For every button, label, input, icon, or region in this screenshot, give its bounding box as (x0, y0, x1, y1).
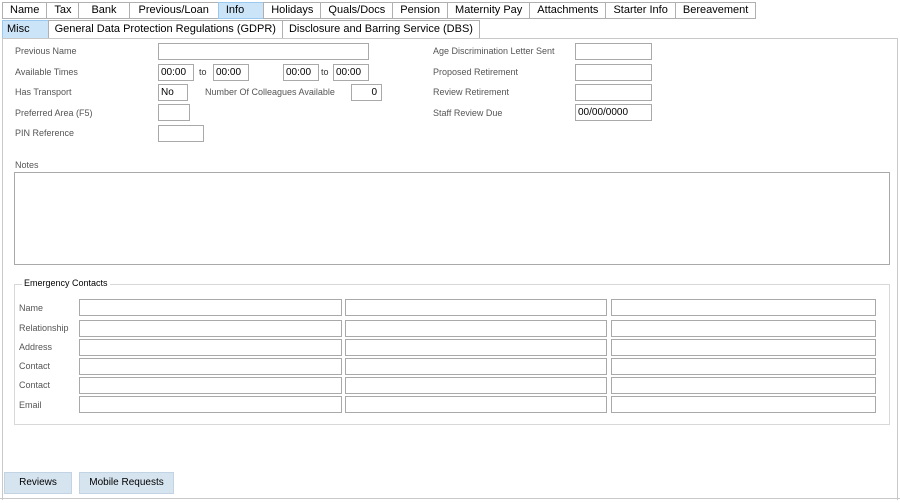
available-from-2-input[interactable]: 00:00 (283, 64, 319, 81)
available-times-label: Available Times (15, 67, 78, 77)
review-retirement-input[interactable] (575, 84, 652, 101)
tab-attachments[interactable]: Attachments (529, 2, 606, 19)
previous-name-label: Previous Name (15, 46, 77, 56)
emergency-contact-b-2[interactable] (345, 377, 607, 394)
emergency-contact-a-2[interactable] (345, 358, 607, 375)
to-label-2: to (321, 67, 329, 77)
emergency-address-1[interactable] (79, 339, 342, 356)
previous-name-input[interactable] (158, 43, 369, 60)
mobile-requests-button[interactable]: Mobile Requests (79, 472, 174, 494)
emergency-contact-a-1[interactable] (79, 358, 342, 375)
pin-reference-label: PIN Reference (15, 128, 75, 138)
tab-starter-info[interactable]: Starter Info (605, 2, 675, 19)
tab-maternity-pay[interactable]: Maternity Pay (447, 2, 530, 19)
staff-review-due-input[interactable]: 00/00/0000 (575, 104, 652, 121)
has-transport-input[interactable]: No (158, 84, 188, 101)
emergency-relationship-1[interactable] (79, 320, 342, 337)
to-label-1: to (199, 67, 207, 77)
proposed-retirement-input[interactable] (575, 64, 652, 81)
emergency-email-1[interactable] (79, 396, 342, 413)
available-from-1-input[interactable]: 00:00 (158, 64, 194, 81)
emergency-name-3[interactable] (611, 299, 876, 316)
sub-tab-bar: Misc General Data Protection Regulations… (2, 20, 480, 39)
emergency-row-label-email: Email (19, 400, 42, 410)
emergency-row-label-contact-2: Contact (19, 380, 51, 390)
available-to-1-input[interactable]: 00:00 (213, 64, 249, 81)
emergency-contacts-title: Emergency Contacts (22, 278, 110, 288)
available-to-2-input[interactable]: 00:00 (333, 64, 369, 81)
tab-quals-docs[interactable]: Quals/Docs (320, 2, 393, 19)
tab-previous-loan[interactable]: Previous/Loan (128, 2, 218, 19)
emergency-row-label-address: Address (19, 342, 53, 352)
has-transport-label: Has Transport (15, 87, 72, 97)
emergency-name-2[interactable] (345, 299, 607, 316)
colleagues-input[interactable]: 0 (351, 84, 382, 101)
main-tab-bar: Name Tax Bank Previous/Loan Info Holiday… (2, 2, 757, 19)
subtab-misc[interactable]: Misc (2, 20, 48, 39)
tab-holidays[interactable]: Holidays (263, 2, 321, 19)
emergency-relationship-2[interactable] (345, 320, 607, 337)
tab-tax[interactable]: Tax (46, 2, 79, 19)
tab-name[interactable]: Name (2, 2, 47, 19)
colleagues-label: Number Of Colleagues Available (205, 87, 335, 97)
emergency-row-label-relationship: Relationship (19, 323, 69, 333)
tab-bank[interactable]: Bank (78, 2, 129, 19)
preferred-area-input[interactable] (158, 104, 190, 121)
pin-reference-input[interactable] (158, 125, 204, 142)
emergency-email-2[interactable] (345, 396, 607, 413)
notes-label: Notes (15, 160, 39, 170)
staff-review-due-label: Staff Review Due (433, 108, 503, 118)
subtab-dbs[interactable]: Disclosure and Barring Service (DBS) (281, 20, 480, 39)
tab-info[interactable]: Info (217, 2, 264, 19)
emergency-row-label-contact-1: Contact (19, 361, 51, 371)
emergency-contact-a-3[interactable] (611, 358, 876, 375)
preferred-area-label: Preferred Area (F5) (15, 108, 93, 118)
emergency-address-3[interactable] (611, 339, 876, 356)
emergency-relationship-3[interactable] (611, 320, 876, 337)
notes-textarea[interactable] (14, 172, 890, 265)
age-letter-input[interactable] (575, 43, 652, 60)
reviews-button[interactable]: Reviews (4, 472, 72, 494)
subtab-gdpr[interactable]: General Data Protection Regulations (GDP… (47, 20, 282, 39)
tab-pension[interactable]: Pension (392, 2, 448, 19)
emergency-row-label-name: Name (19, 303, 44, 313)
emergency-address-2[interactable] (345, 339, 607, 356)
emergency-email-3[interactable] (611, 396, 876, 413)
review-retirement-label: Review Retirement (433, 87, 510, 97)
emergency-contact-b-3[interactable] (611, 377, 876, 394)
age-letter-label: Age Discrimination Letter Sent (433, 46, 555, 56)
emergency-contact-b-1[interactable] (79, 377, 342, 394)
proposed-retirement-label: Proposed Retirement (433, 67, 519, 77)
tab-bereavement[interactable]: Bereavement (674, 2, 757, 19)
emergency-name-1[interactable] (79, 299, 342, 316)
bottom-divider (0, 498, 900, 499)
